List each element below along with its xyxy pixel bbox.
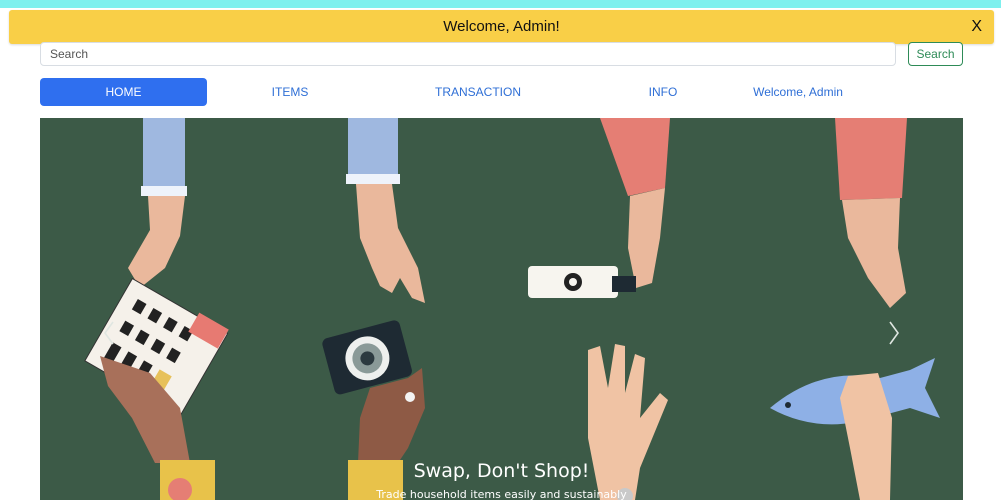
chevron-right-icon — [889, 321, 899, 345]
pointing-hand-illustration — [835, 118, 907, 308]
top-accent-strip — [0, 0, 1001, 8]
search-button[interactable]: Search — [908, 42, 963, 66]
carousel-prev-button[interactable] — [97, 318, 121, 348]
open-hand-illustration — [346, 118, 425, 303]
welcome-alert: Welcome, Admin! X — [9, 10, 994, 44]
carousel-caption-title: Swap, Don't Shop! — [413, 460, 590, 482]
carousel-caption-text: Trade household items easily and sustain… — [376, 488, 627, 500]
alert-close-button[interactable]: X — [967, 10, 986, 44]
nav-info[interactable]: INFO — [630, 78, 696, 106]
search-input[interactable] — [40, 42, 896, 66]
hero-illustration — [84, 118, 940, 500]
hand-with-tube-illustration — [528, 118, 670, 298]
carousel-next-button[interactable] — [882, 318, 906, 348]
nav-welcome-user[interactable]: Welcome, Admin — [743, 78, 853, 106]
nav-home[interactable]: HOME — [40, 78, 207, 106]
nav-items[interactable]: ITEMS — [240, 78, 340, 106]
hero-carousel: Swap, Don't Shop! Trade household items … — [40, 118, 963, 500]
nav-transaction[interactable]: TRANSACTION — [418, 78, 538, 106]
welcome-alert-message: Welcome, Admin! — [443, 18, 560, 35]
chevron-left-icon — [104, 321, 114, 345]
